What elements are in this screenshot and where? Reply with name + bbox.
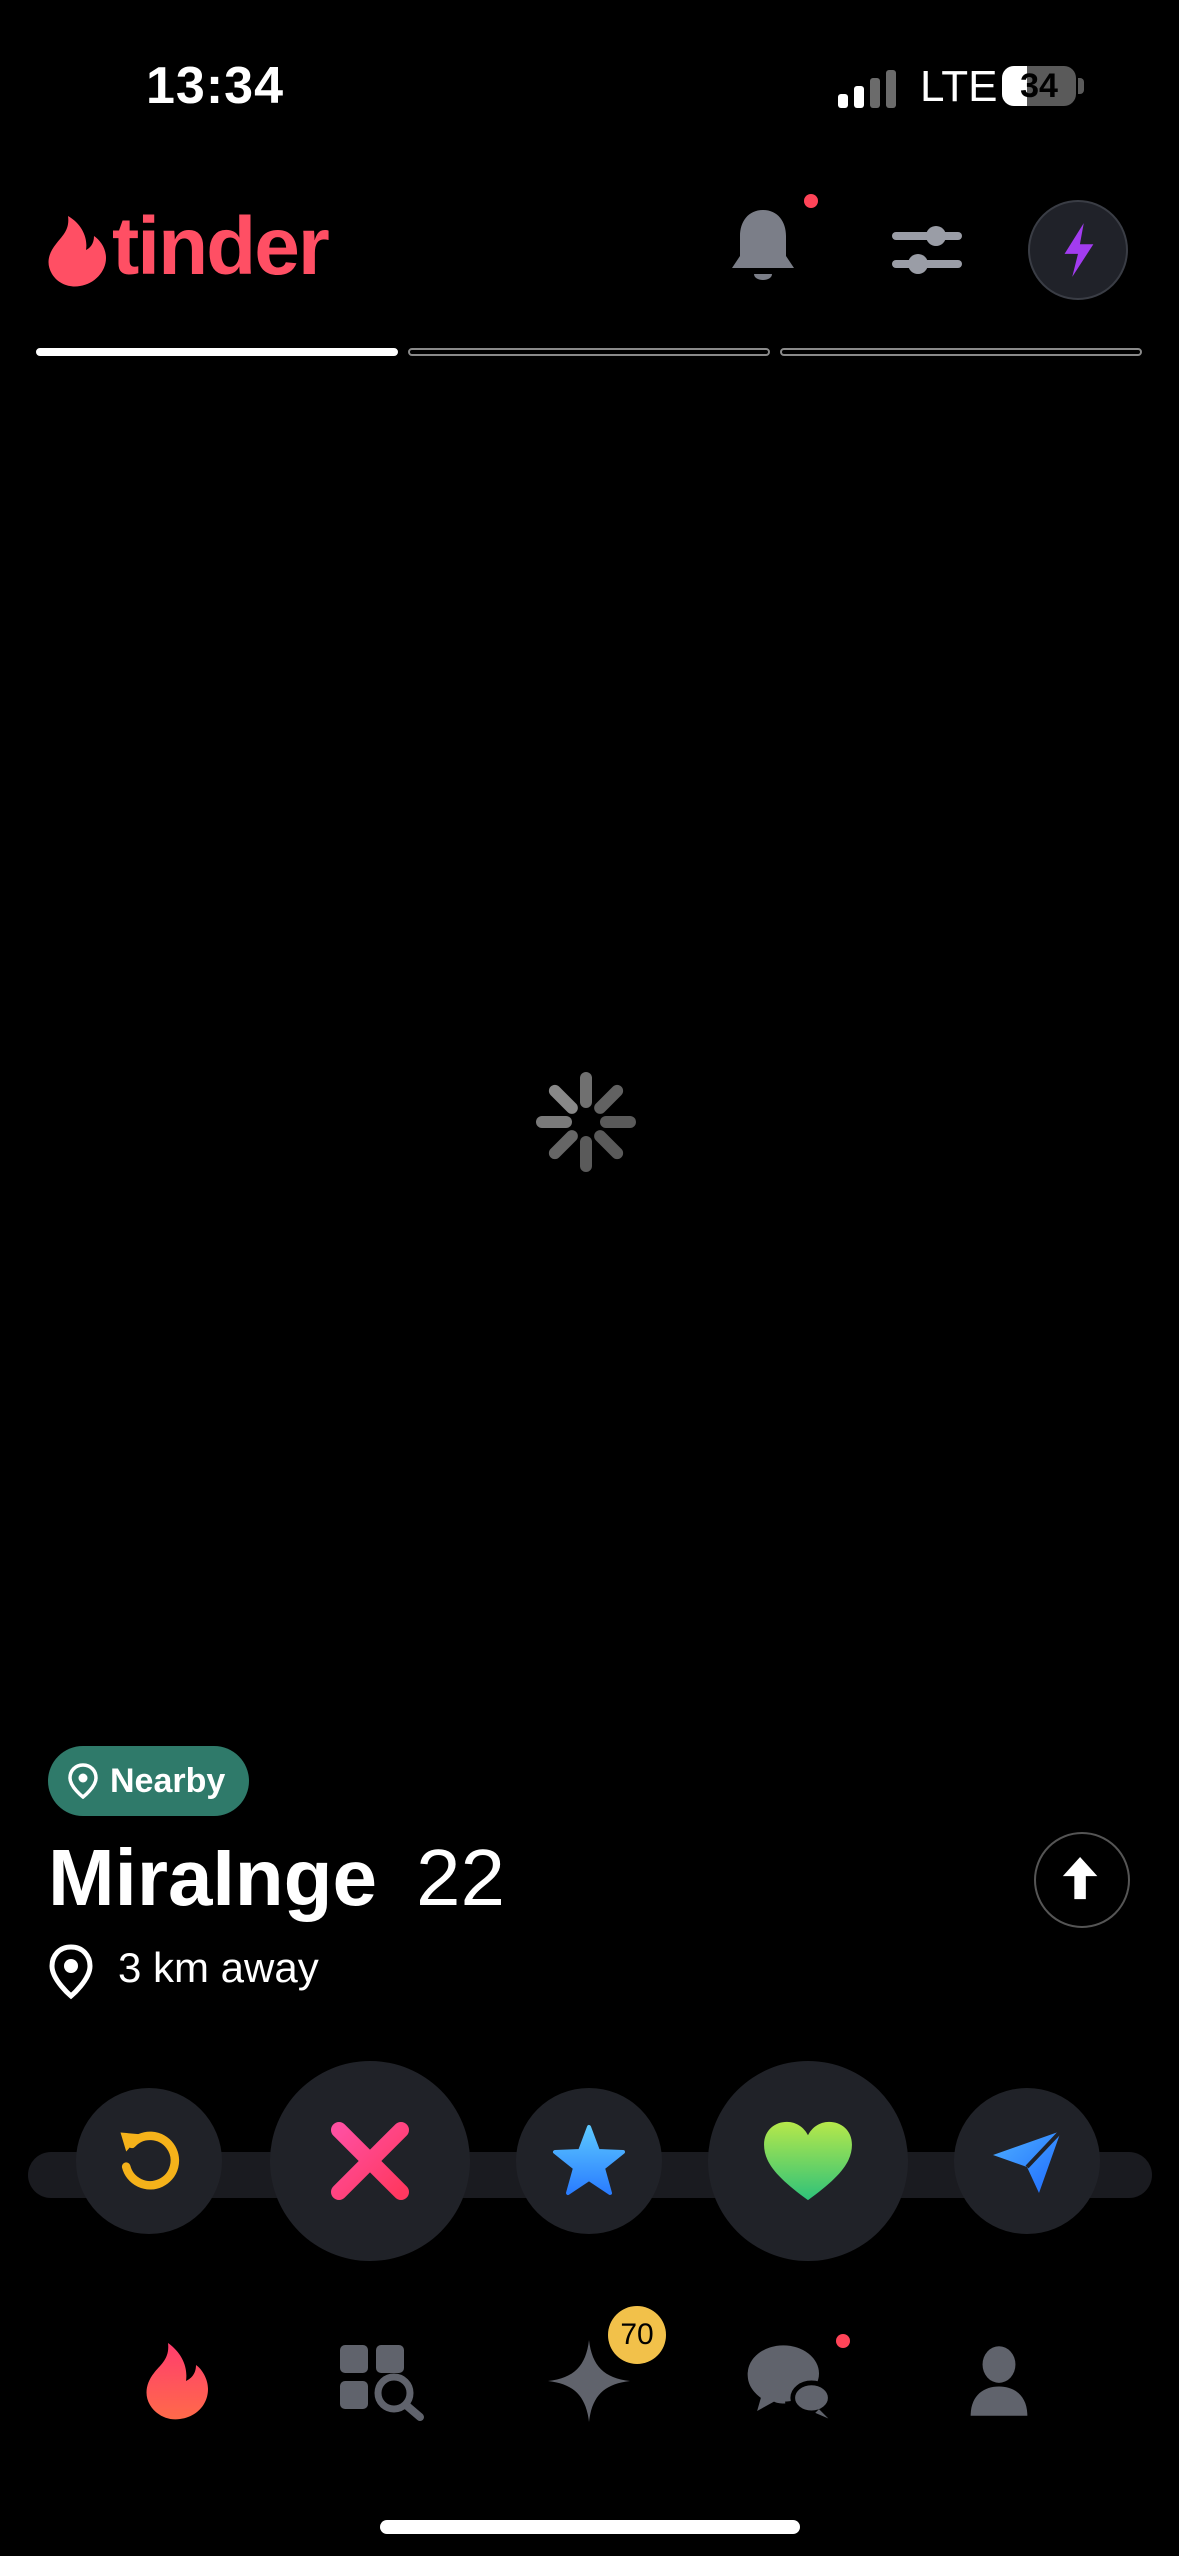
send-icon [993, 2129, 1063, 2193]
lightning-icon [1064, 223, 1094, 277]
person-icon [970, 2346, 1028, 2416]
rewind-button[interactable] [76, 2088, 222, 2234]
message-button[interactable] [954, 2088, 1100, 2234]
battery-nub [1078, 78, 1084, 94]
loading-spinner-icon [536, 1072, 636, 1172]
chat-notification-dot [836, 2334, 850, 2348]
close-icon [331, 2122, 409, 2200]
arrow-up-icon [1062, 1857, 1098, 1900]
progress-segment [408, 348, 770, 356]
signal-icon [838, 68, 898, 108]
home-indicator[interactable] [380, 2520, 800, 2534]
explore-icon [340, 2345, 424, 2421]
notification-dot [804, 194, 818, 208]
tab-chat[interactable] [744, 2336, 834, 2426]
nope-button[interactable] [270, 2061, 470, 2261]
progress-segment [36, 348, 398, 356]
sliders-icon[interactable] [890, 220, 964, 280]
star-icon [553, 2125, 625, 2195]
battery-icon: 34 [1002, 66, 1076, 106]
network-label: LTE [920, 62, 998, 111]
gold-count-badge: 70 [608, 2306, 666, 2364]
bell-icon[interactable] [728, 206, 798, 290]
profile-name: MiraInge [48, 1833, 377, 1922]
boost-button[interactable] [1028, 200, 1128, 300]
super-like-button[interactable] [516, 2088, 662, 2234]
nearby-label: Nearby [110, 1761, 226, 1800]
tab-profile[interactable] [954, 2336, 1044, 2426]
like-button[interactable] [708, 2061, 908, 2261]
chat-icon [747, 2345, 833, 2419]
flame-logo-icon [48, 216, 106, 287]
flame-icon [146, 2343, 208, 2420]
tab-discover[interactable] [132, 2336, 222, 2426]
location-pin-icon [68, 1763, 98, 1799]
nearby-badge: Nearby [48, 1746, 250, 1816]
tab-explore[interactable] [336, 2336, 426, 2426]
progress-segment [780, 348, 1142, 356]
distance-label: 3 km away [118, 1944, 319, 1991]
heart-icon [764, 2121, 852, 2201]
app-logo: tinder [112, 201, 330, 292]
status-time: 13:34 [146, 57, 284, 115]
profile-age: 22 [416, 1833, 505, 1922]
location-pin-icon [49, 1944, 93, 2000]
battery-level: 34 [1020, 67, 1058, 105]
photo-progress [36, 348, 1142, 358]
rewind-icon [120, 2131, 180, 2190]
open-profile-button[interactable] [1034, 1832, 1130, 1928]
